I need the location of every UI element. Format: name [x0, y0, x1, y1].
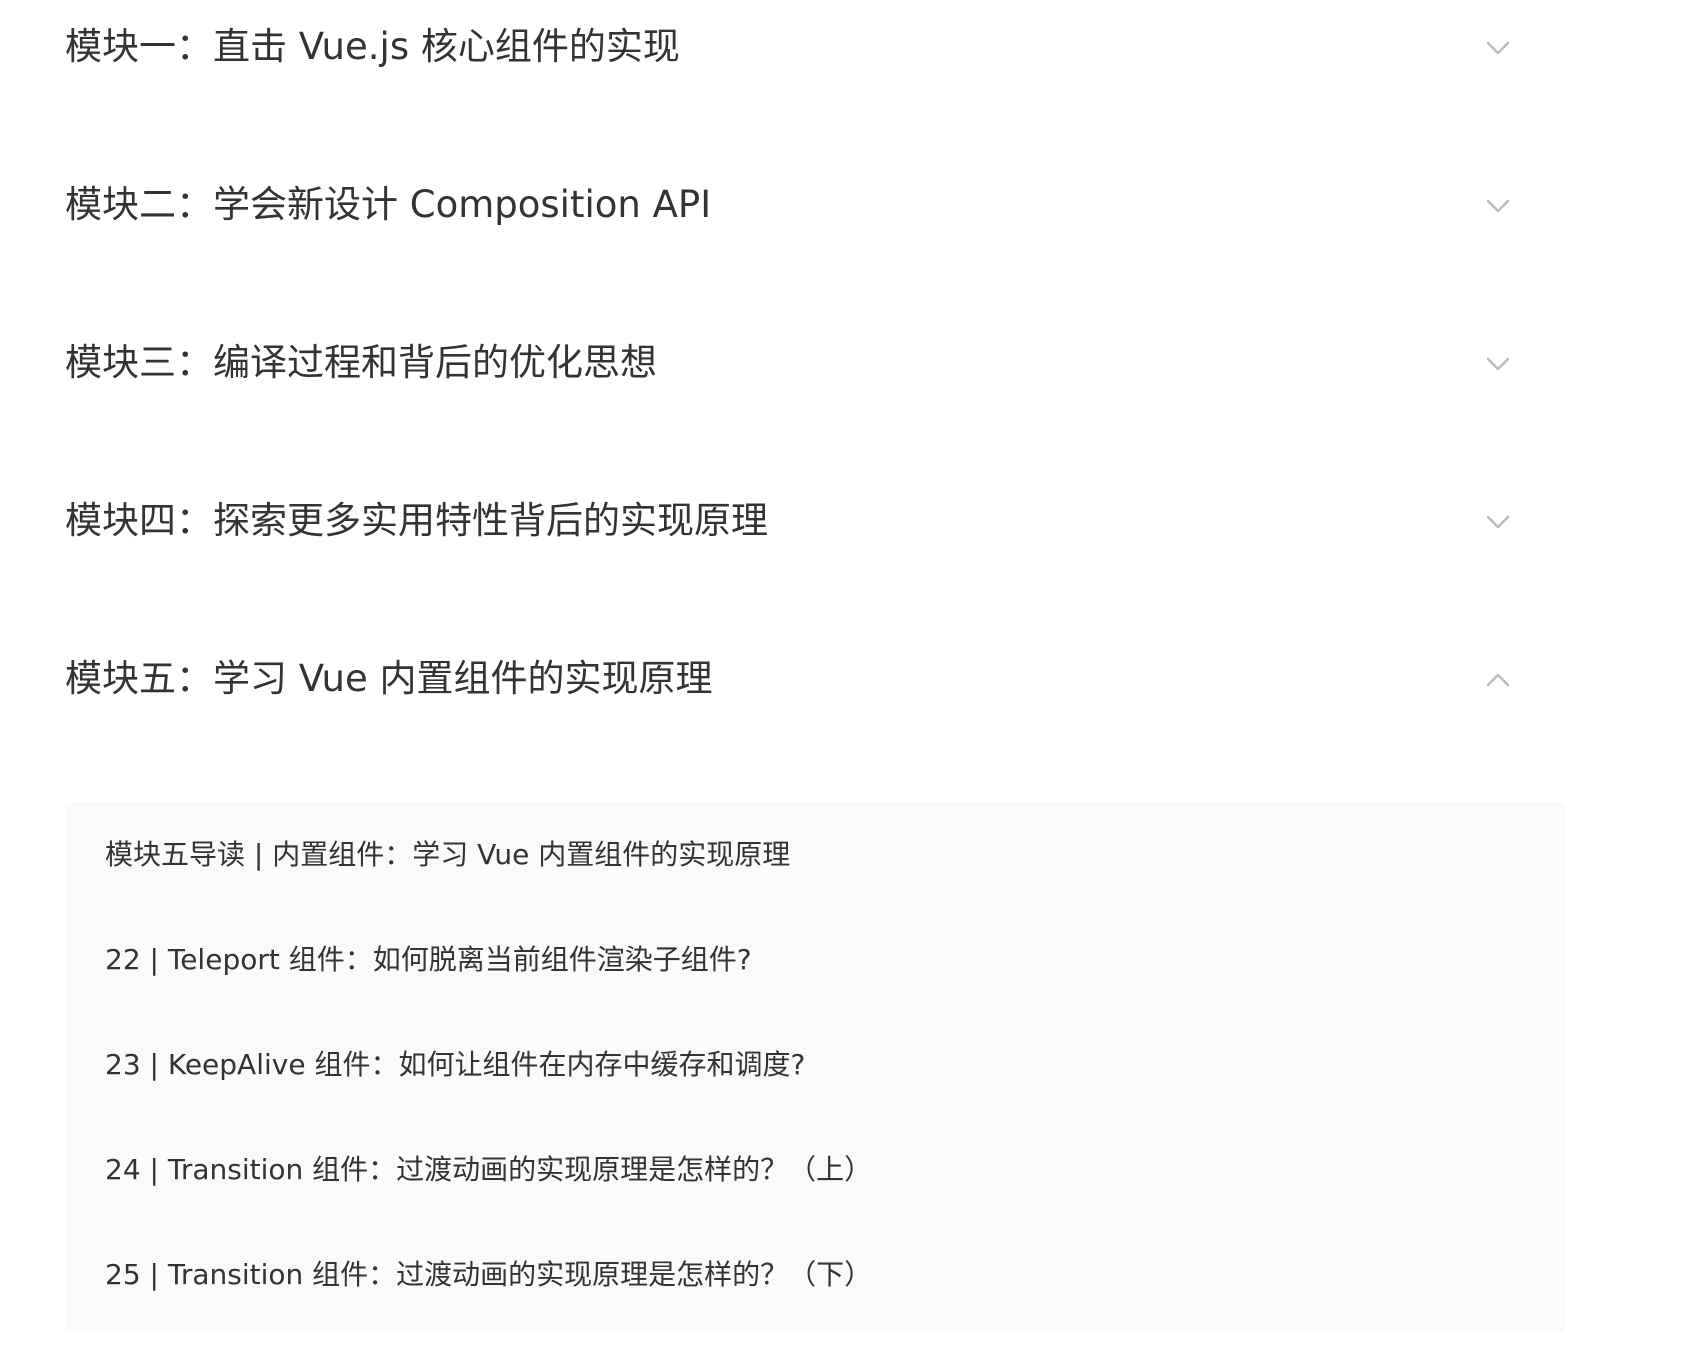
course-module-accordion: 模块一：直击 Vue.js 核心组件的实现 模块二：学会新设计 Composit… — [65, 0, 1565, 1332]
module-5-header[interactable]: 模块五：学习 Vue 内置组件的实现原理 — [65, 632, 1565, 802]
module-5-lesson-list: 模块五导读 | 内置组件：学习 Vue 内置组件的实现原理 22 | Telep… — [65, 802, 1565, 1332]
chevron-down-icon[interactable] — [1476, 500, 1520, 544]
module-4-header[interactable]: 模块四：探索更多实用特性背后的实现原理 — [65, 474, 1565, 632]
lesson-item-22[interactable]: 22 | Teleport 组件：如何脱离当前组件渲染子组件? — [65, 935, 1565, 1040]
module-2-header[interactable]: 模块二：学会新设计 Composition API — [65, 158, 1565, 316]
module-2-title: 模块二：学会新设计 Composition API — [65, 183, 712, 226]
chevron-down-icon[interactable] — [1476, 26, 1520, 70]
chevron-down-icon[interactable] — [1476, 184, 1520, 228]
lesson-item-25[interactable]: 25 | Transition 组件：过渡动画的实现原理是怎样的？（下） — [65, 1250, 1565, 1355]
module-1-title: 模块一：直击 Vue.js 核心组件的实现 — [65, 25, 680, 68]
chevron-down-icon[interactable] — [1476, 342, 1520, 386]
lesson-item-module-5-intro[interactable]: 模块五导读 | 内置组件：学习 Vue 内置组件的实现原理 — [65, 830, 1565, 935]
module-5-title: 模块五：学习 Vue 内置组件的实现原理 — [65, 657, 713, 700]
lesson-item-23[interactable]: 23 | KeepAlive 组件：如何让组件在内存中缓存和调度? — [65, 1040, 1565, 1145]
module-3-title: 模块三：编译过程和背后的优化思想 — [65, 341, 657, 384]
module-4-title: 模块四：探索更多实用特性背后的实现原理 — [65, 499, 768, 542]
lesson-item-24[interactable]: 24 | Transition 组件：过渡动画的实现原理是怎样的？（上） — [65, 1145, 1565, 1250]
module-3-header[interactable]: 模块三：编译过程和背后的优化思想 — [65, 316, 1565, 474]
module-1-header[interactable]: 模块一：直击 Vue.js 核心组件的实现 — [65, 0, 1565, 158]
chevron-up-icon[interactable] — [1476, 658, 1520, 702]
